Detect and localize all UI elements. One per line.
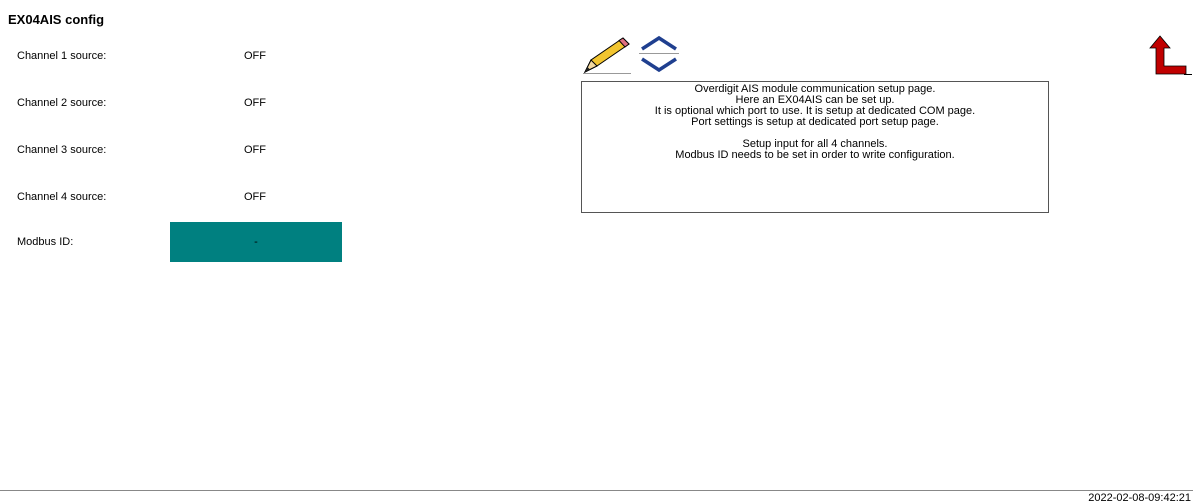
channel-3-value[interactable]: OFF — [244, 144, 266, 156]
info-line: Port settings is setup at dedicated port… — [691, 116, 939, 128]
modbus-id-label: Modbus ID: — [17, 236, 74, 248]
chevron-up-icon — [639, 35, 679, 54]
return-arrow-icon — [1149, 35, 1192, 75]
scroll-up-button[interactable] — [639, 34, 679, 54]
scroll-down-button[interactable] — [639, 55, 679, 75]
info-line: Modbus ID needs to be set in order to wr… — [675, 149, 955, 161]
back-button[interactable] — [1146, 34, 1192, 76]
channel-4-value[interactable]: OFF — [244, 191, 266, 203]
modbus-id-field[interactable]: - — [170, 222, 342, 262]
channel-2-value[interactable]: OFF — [244, 97, 266, 109]
channel-1-label: Channel 1 source: — [17, 50, 107, 62]
edit-button[interactable] — [583, 34, 631, 74]
channel-4-label: Channel 4 source: — [17, 191, 107, 203]
channel-1-value[interactable]: OFF — [244, 50, 266, 62]
page-title: EX04AIS config — [8, 12, 105, 27]
pencil-icon — [583, 37, 631, 74]
info-box: Overdigit AIS module communication setup… — [581, 81, 1049, 213]
channel-2-label: Channel 2 source: — [17, 97, 107, 109]
footer-divider — [0, 490, 1193, 491]
timestamp: 2022-02-08-09:42:21 — [1088, 492, 1191, 504]
chevron-down-icon — [641, 57, 677, 73]
channel-3-label: Channel 3 source: — [17, 144, 107, 156]
